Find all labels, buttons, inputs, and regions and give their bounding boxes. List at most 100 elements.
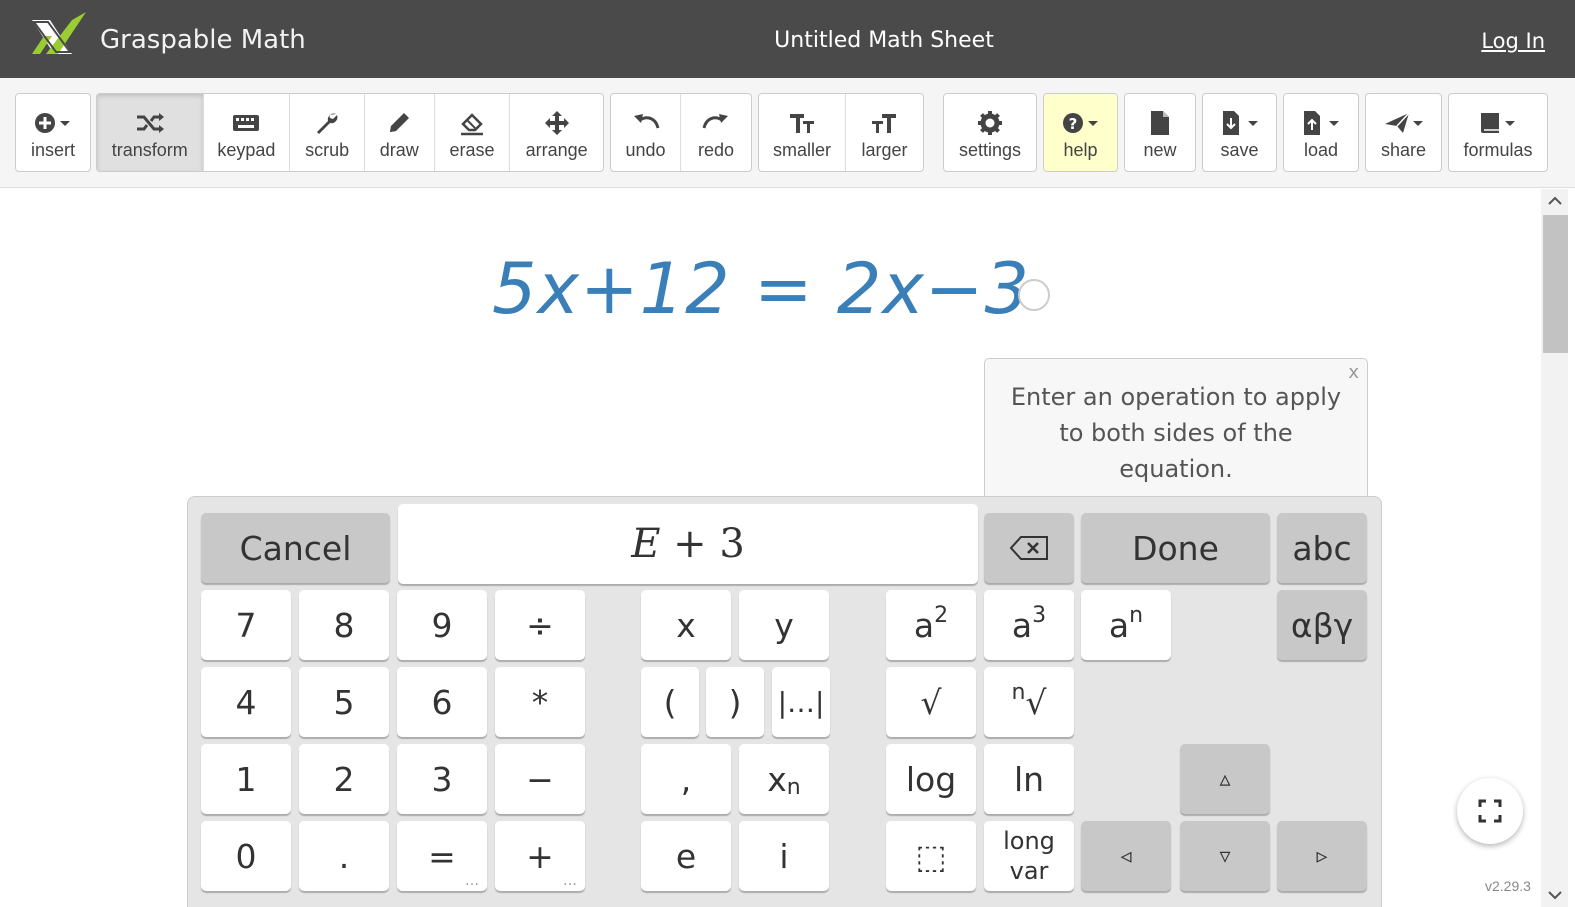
operation-input[interactable]: E + 3 [398,504,978,584]
settings-button[interactable]: settings [944,94,1036,171]
key-nth-root-symbol: √ [1025,682,1047,722]
scrub-button[interactable]: scrub [290,94,365,171]
key-ln[interactable]: ln [984,744,1074,814]
abc-keyboard-button[interactable]: abc [1277,513,1367,583]
tooltip-text-line2: to both sides of the [1059,419,1293,447]
larger-button[interactable]: larger [846,94,923,171]
key-0[interactable]: 0 [201,821,291,891]
key-long-var[interactable]: long var [984,821,1074,891]
key-power-base: a [1108,605,1130,645]
formulas-button[interactable]: formulas [1449,94,1547,171]
greek-keyboard-button[interactable]: αβγ [1277,590,1367,660]
pencil-icon [386,108,412,138]
erase-button[interactable]: erase [435,94,511,171]
cursor-right-button[interactable]: ▹ [1277,821,1367,891]
key-power-exp: n [1129,602,1144,628]
key-left-paren[interactable]: ( [641,667,699,737]
operation-tooltip: x Enter an operation to apply to both si… [984,358,1368,503]
backspace-button[interactable] [984,513,1074,583]
cursor-left-button[interactable]: ◃ [1081,821,1171,891]
fullscreen-button[interactable] [1457,778,1523,844]
vertical-scrollbar[interactable] [1541,189,1568,907]
cancel-button[interactable]: Cancel [201,513,390,583]
cursor-up-button[interactable]: ▵ [1180,744,1270,814]
key-7[interactable]: 7 [201,590,291,660]
key-log[interactable]: log [886,744,976,814]
toolbar-group-tools: transform keypad scrub draw erase arrang… [96,93,604,172]
scrollbar-thumb[interactable] [1543,215,1568,353]
scroll-up-icon[interactable] [1541,191,1568,211]
redo-button[interactable]: redo [681,94,751,171]
backspace-icon [1009,536,1048,560]
undo-button[interactable]: undo [611,94,681,171]
key-x[interactable]: x [641,590,731,660]
smaller-button[interactable]: smaller [759,94,846,171]
key-plus[interactable]: +… [495,821,585,891]
draw-button[interactable]: draw [365,94,435,171]
app-root: Graspable Math Untitled Math Sheet Log I… [0,0,1575,907]
key-2[interactable]: 2 [299,744,389,814]
key-square[interactable]: a2 [886,590,976,660]
key-equals[interactable]: =… [397,821,487,891]
key-nth-root[interactable]: n √ [984,667,1074,737]
keypad-button[interactable]: keypad [204,94,291,171]
key-nth-root-index: n [1011,679,1026,705]
key-1[interactable]: 1 [201,744,291,814]
save-button[interactable]: save [1203,94,1276,171]
done-button[interactable]: Done [1081,513,1270,583]
key-i[interactable]: i [739,821,829,891]
cursor-down-button[interactable]: ▿ [1180,821,1270,891]
key-multiply[interactable]: * [495,667,585,737]
move-arrows-icon [544,108,570,138]
toolbar-group-history: undo redo [610,93,752,172]
toolbar-group-size: smaller larger [758,93,924,172]
new-button[interactable]: new [1125,94,1195,171]
load-label: load [1303,140,1339,160]
key-power-n[interactable]: an [1081,590,1171,660]
fullscreen-icon [1478,799,1502,823]
key-comma[interactable]: , [641,744,731,814]
undo-label: undo [625,140,666,160]
key-8[interactable]: 8 [299,590,389,660]
new-label: new [1143,140,1177,160]
key-equals-label: = [428,836,456,876]
login-link[interactable]: Log In [1481,29,1545,53]
wrench-icon [314,108,340,138]
load-button[interactable]: load [1284,94,1358,171]
key-4[interactable]: 4 [201,667,291,737]
key-right-paren[interactable]: ) [706,667,764,737]
document-title[interactable]: Untitled Math Sheet [0,28,1575,53]
key-3[interactable]: 3 [397,744,487,814]
operation-input-variable: E [631,521,661,567]
text-smaller-icon [788,108,816,138]
key-6[interactable]: 6 [397,667,487,737]
app-header: Graspable Math Untitled Math Sheet Log I… [0,0,1575,78]
equation[interactable]: 5x+12 = 2x−3 [492,248,1030,330]
key-5[interactable]: 5 [299,667,389,737]
redo-icon [702,108,730,138]
key-y[interactable]: y [739,590,829,660]
key-absolute-value[interactable]: |…| [772,667,830,737]
key-placeholder[interactable]: ⬚ [886,821,976,891]
key-sqrt[interactable]: √ [886,667,976,737]
insert-button[interactable]: insert [16,94,90,171]
key-subscript[interactable]: xn [739,744,829,814]
redo-label: redo [697,140,735,160]
keyboard-icon [232,108,260,138]
settings-label: settings [958,140,1022,160]
load-file-dropdown-icon [1301,108,1341,138]
arrange-button[interactable]: arrange [510,94,603,171]
share-button[interactable]: share [1366,94,1441,171]
key-subscript-base: x [767,759,787,799]
help-button[interactable]: ? help [1044,94,1117,171]
transform-button[interactable]: transform [97,94,204,171]
key-cube[interactable]: a3 [984,590,1074,660]
key-divide[interactable]: ÷ [495,590,585,660]
scroll-down-icon[interactable] [1541,885,1568,905]
key-9[interactable]: 9 [397,590,487,660]
key-e[interactable]: e [641,821,731,891]
tooltip-close-button[interactable]: x [1348,363,1359,383]
key-minus[interactable]: − [495,744,585,814]
key-decimal[interactable]: . [299,821,389,891]
equation-handle[interactable] [1018,279,1050,311]
